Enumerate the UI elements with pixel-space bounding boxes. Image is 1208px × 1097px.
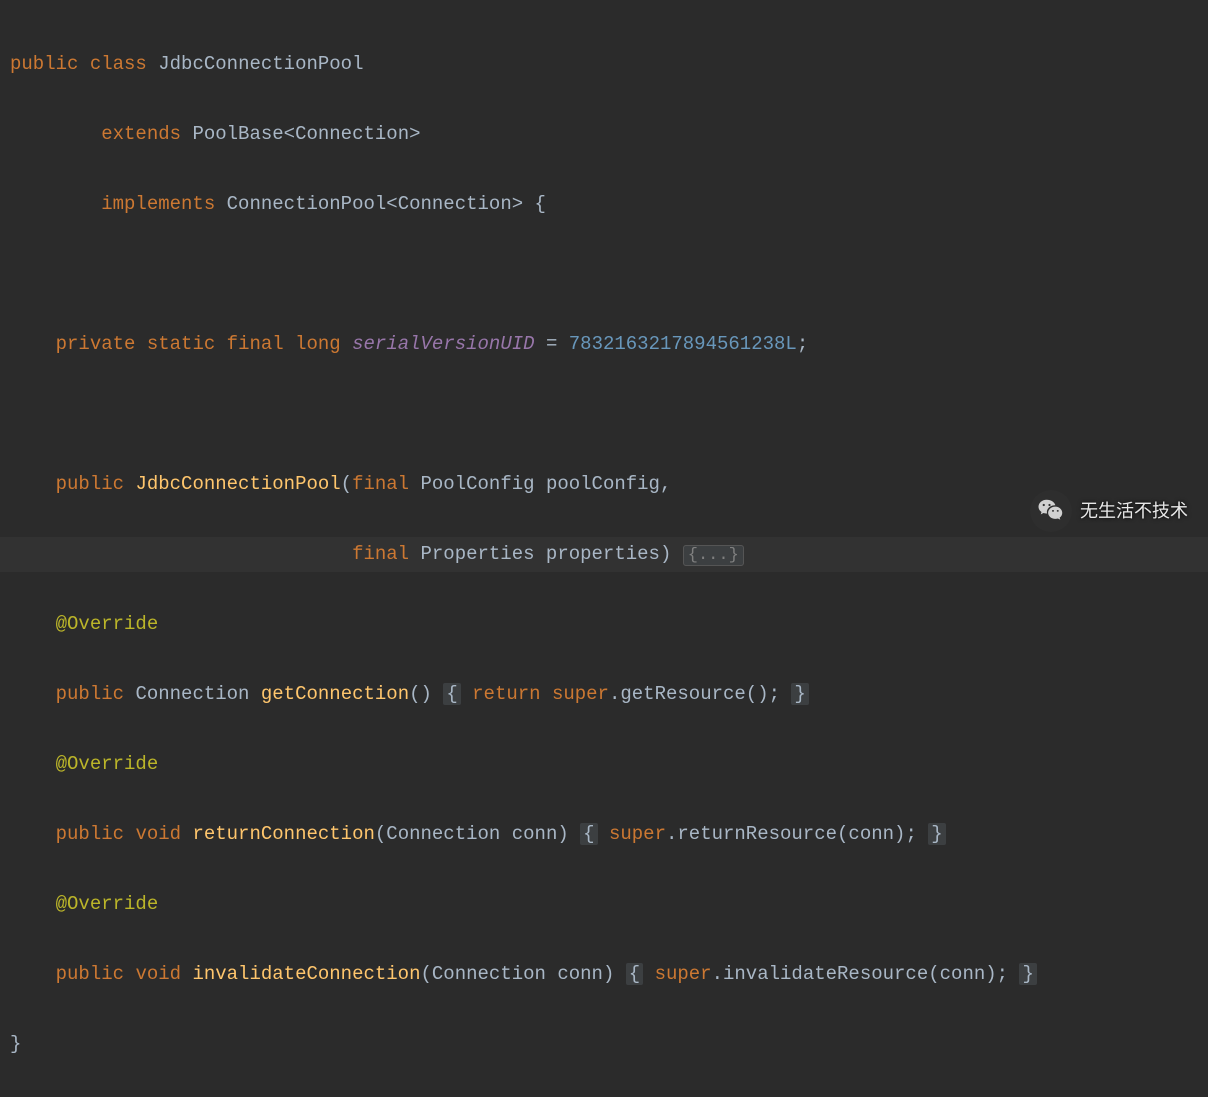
code-line: [0, 397, 1208, 432]
code-line: public JdbcConnectionPool(final PoolConf…: [0, 467, 1208, 502]
code-line: private static final long serialVersionU…: [0, 327, 1208, 362]
code-line: @Override: [0, 747, 1208, 782]
fold-brace[interactable]: }: [1019, 963, 1036, 985]
code-line: implements ConnectionPool<Connection> {: [0, 187, 1208, 222]
code-line: @Override: [0, 607, 1208, 642]
code-line: @Override: [0, 887, 1208, 922]
watermark-text: 无生活不技术: [1080, 494, 1188, 529]
fold-brace[interactable]: {: [580, 823, 597, 845]
fold-brace[interactable]: }: [928, 823, 945, 845]
fold-region[interactable]: {...}: [683, 545, 744, 566]
code-line: public class JdbcConnectionPool: [0, 47, 1208, 82]
code-line: final Properties properties) {...}: [0, 537, 1208, 572]
fold-brace[interactable]: {: [626, 963, 643, 985]
code-line: public void returnConnection(Connection …: [0, 817, 1208, 852]
code-editor[interactable]: public class JdbcConnectionPool extends …: [0, 0, 1208, 1097]
wechat-icon: [1030, 490, 1072, 532]
fold-brace[interactable]: {: [443, 683, 460, 705]
code-line: extends PoolBase<Connection>: [0, 117, 1208, 152]
code-line: [0, 257, 1208, 292]
code-line: public void invalidateConnection(Connect…: [0, 957, 1208, 992]
code-line: public Connection getConnection() { retu…: [0, 677, 1208, 712]
watermark: 无生活不技术: [1030, 490, 1188, 532]
code-line: }: [0, 1027, 1208, 1062]
fold-brace[interactable]: }: [791, 683, 808, 705]
